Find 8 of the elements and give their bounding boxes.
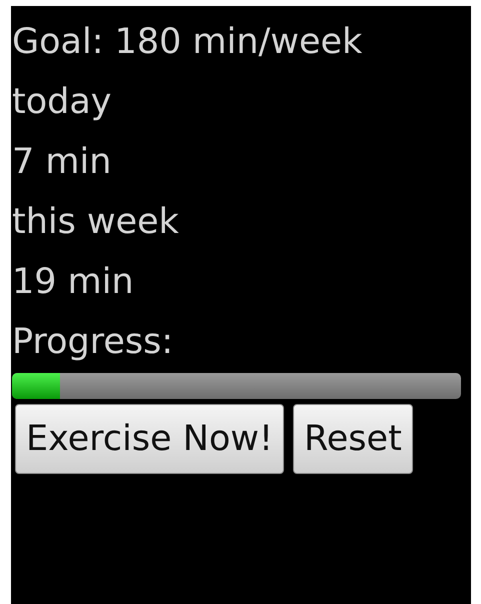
action-button[interactable]: Reset — [293, 404, 413, 474]
label: 19 min — [11, 261, 135, 304]
label: today — [11, 81, 113, 124]
action-button[interactable]: Exercise Now! — [15, 404, 284, 474]
label: 7 min — [11, 141, 112, 184]
label: Progress: — [11, 321, 174, 364]
label: this week — [11, 201, 180, 244]
label: Goal: 180 min/week — [11, 21, 364, 64]
